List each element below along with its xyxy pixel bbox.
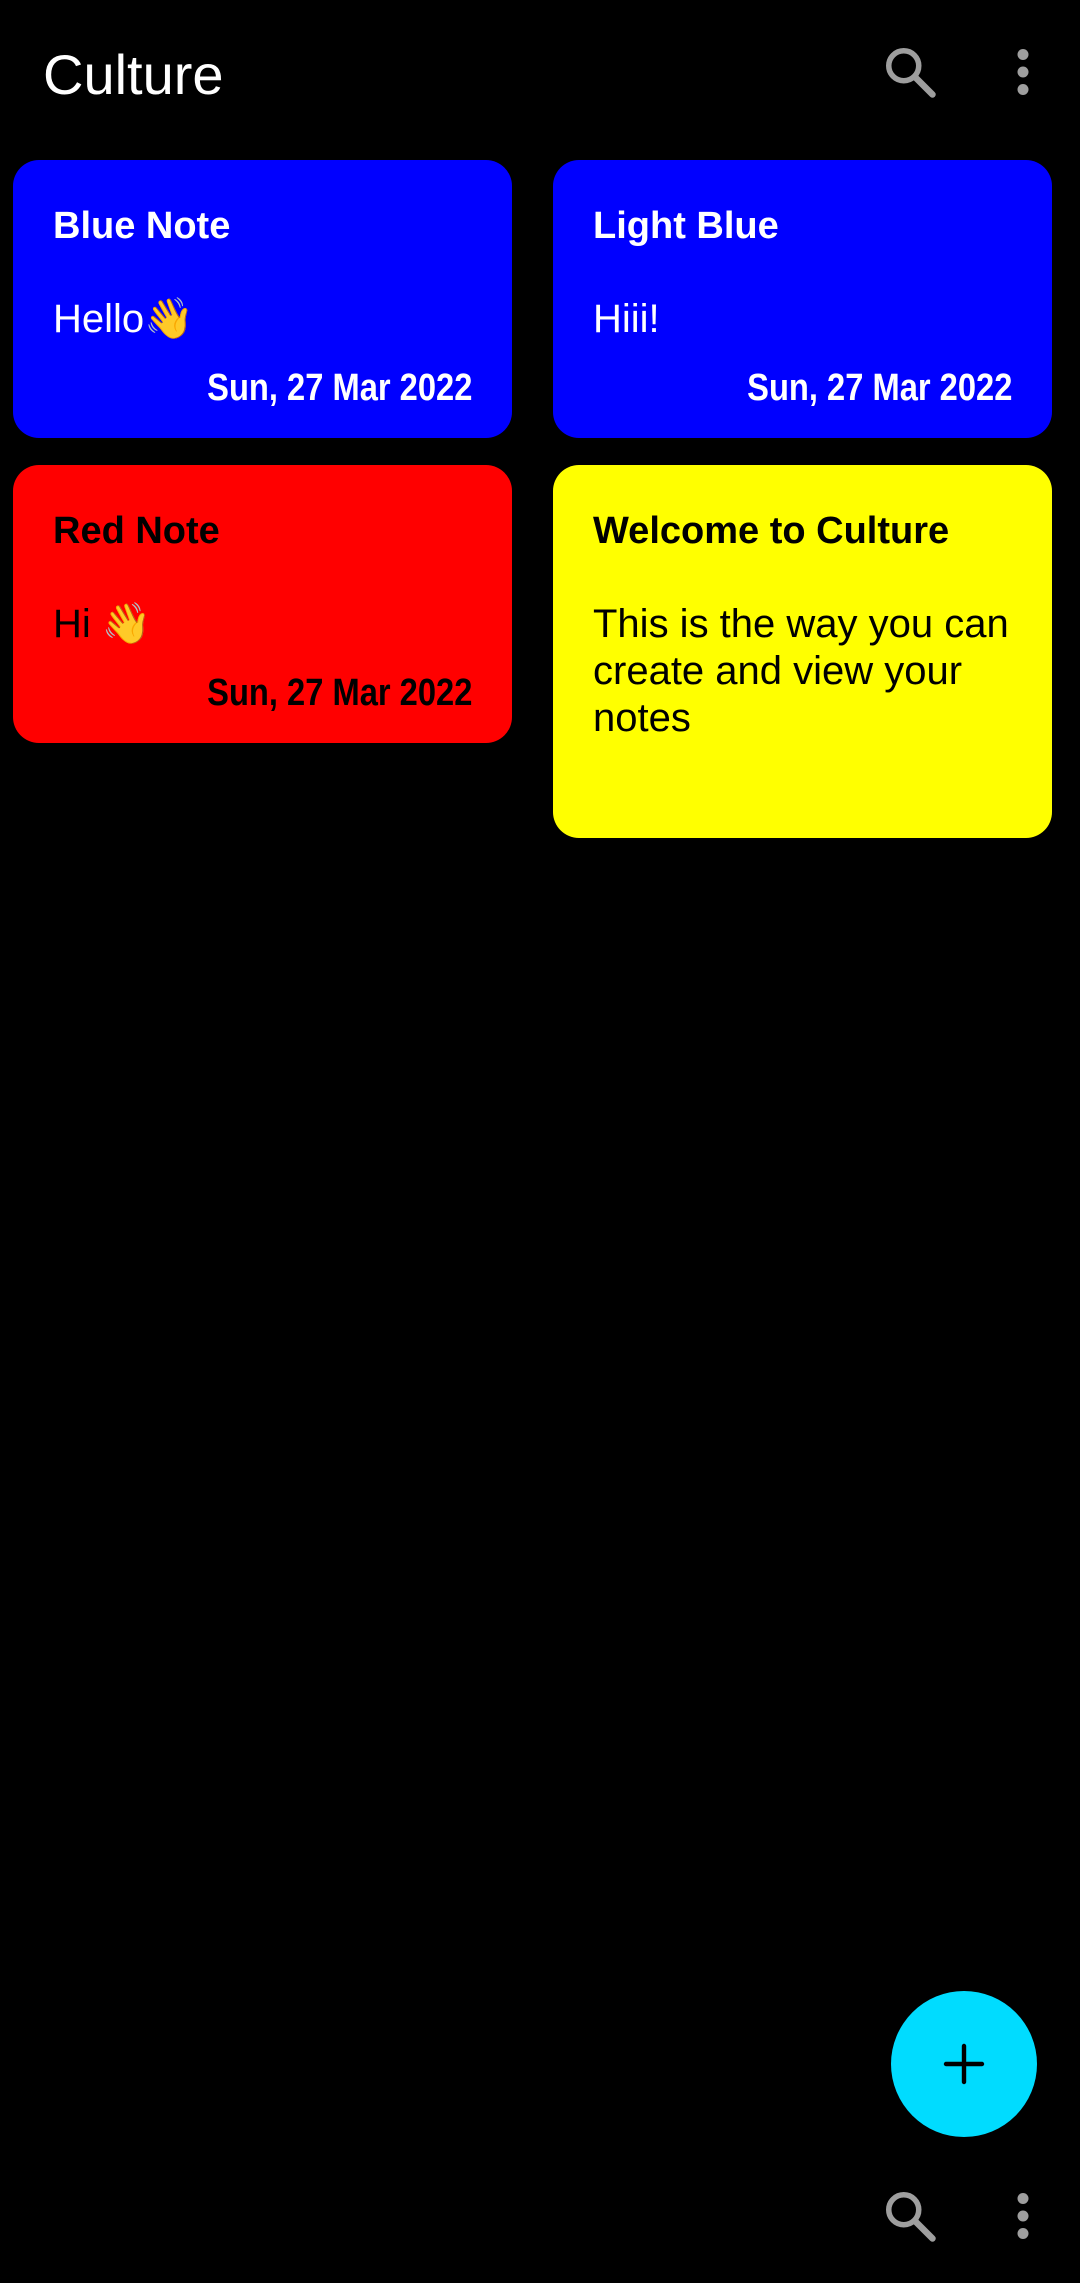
note-title: Welcome to Culture	[593, 510, 950, 552]
note-title: Red Note	[53, 510, 220, 552]
note-date: Sun, 27 Mar 2022	[206, 672, 472, 714]
bottom-more-options-button[interactable]	[983, 2176, 1063, 2256]
add-note-button[interactable]	[891, 1991, 1037, 2137]
note-body: Hiii!	[593, 297, 660, 341]
note-date: Sun, 27 Mar 2022	[206, 367, 472, 409]
note-card-blue-note[interactable]: Blue Note Hello👋 Sun, 27 Mar 2022	[13, 160, 512, 438]
search-icon	[886, 2192, 936, 2242]
search-button[interactable]	[870, 32, 950, 112]
more-vertical-icon	[1017, 2193, 1029, 2239]
plus-icon	[943, 2043, 985, 2085]
note-body: This is the way you can create and view …	[593, 602, 1009, 740]
note-body: Hi 👋	[53, 602, 152, 646]
note-card-welcome[interactable]: Welcome to Culture This is the way you c…	[553, 465, 1052, 838]
note-card-light-blue[interactable]: Light Blue Hiii! Sun, 27 Mar 2022	[553, 160, 1052, 438]
note-body: Hello👋	[53, 297, 194, 341]
app-title: Culture	[43, 43, 224, 106]
search-icon	[886, 48, 936, 98]
note-title: Light Blue	[593, 205, 779, 247]
note-card-red-note[interactable]: Red Note Hi 👋 Sun, 27 Mar 2022	[13, 465, 512, 743]
note-title: Blue Note	[53, 205, 231, 247]
note-date: Sun, 27 Mar 2022	[746, 367, 1012, 409]
bottom-search-button[interactable]	[870, 2176, 950, 2256]
more-vertical-icon	[1017, 49, 1029, 95]
more-options-button[interactable]	[983, 32, 1063, 112]
